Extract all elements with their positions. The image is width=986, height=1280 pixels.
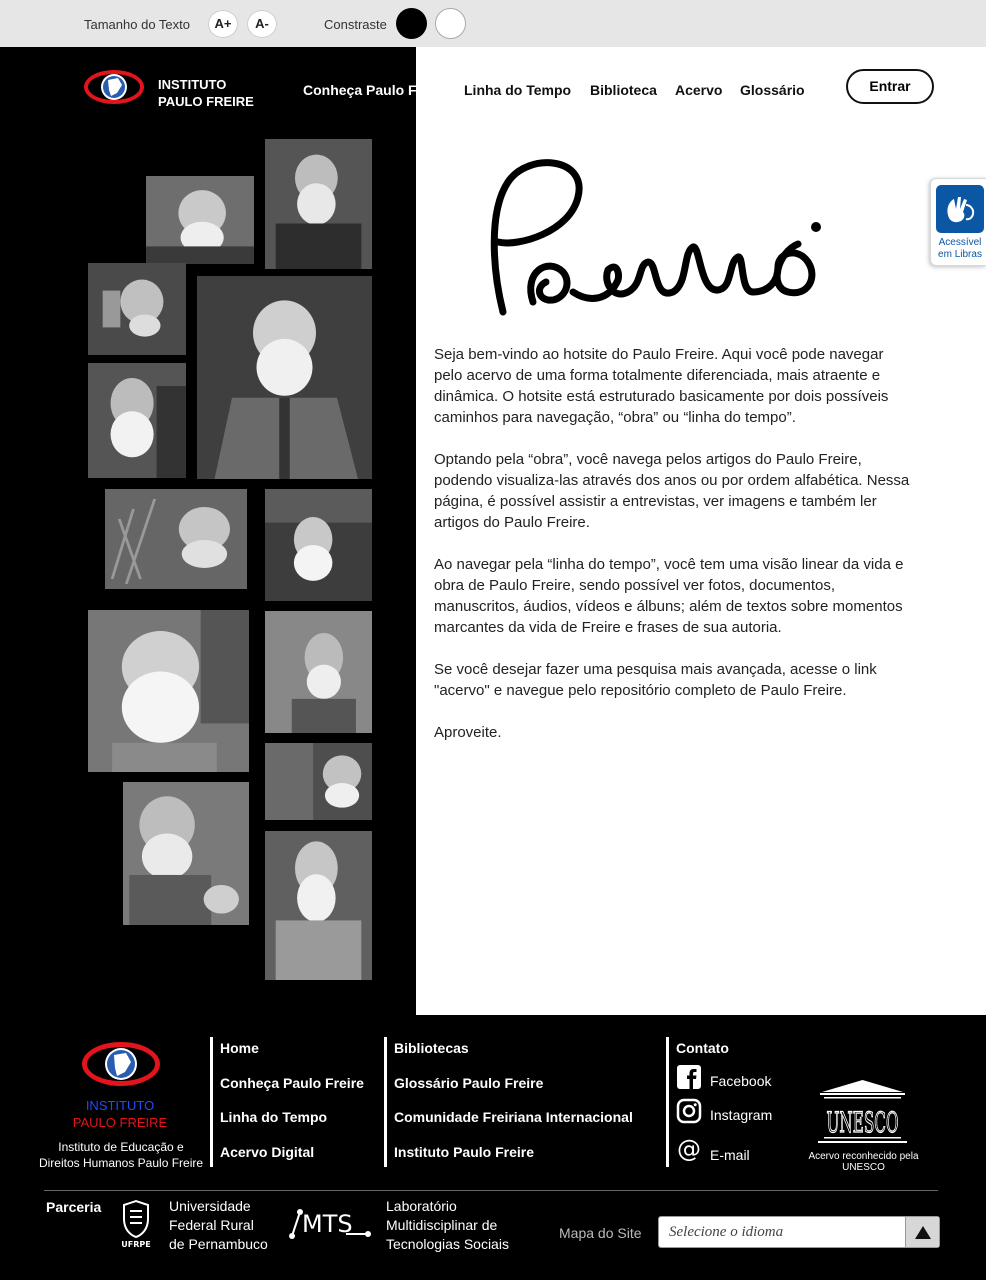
photo-paulo-freire xyxy=(123,782,249,925)
facebook-link[interactable]: Facebook xyxy=(710,1073,771,1089)
sign-language-icon xyxy=(936,185,984,233)
photo-paulo-freire xyxy=(105,489,247,589)
photo-paulo-freire xyxy=(146,176,254,264)
footer-link-home[interactable]: Home xyxy=(220,1040,259,1056)
footer-link-bibliotecas[interactable]: Bibliotecas xyxy=(394,1040,469,1056)
photo-paulo-freire xyxy=(88,263,186,355)
intro-paragraph-5: Aproveite. xyxy=(434,724,502,741)
footer-divider xyxy=(210,1037,213,1167)
footer-link-instituto[interactable]: Instituto Paulo Freire xyxy=(394,1144,534,1160)
intro-paragraph-3: Ao navegar pela “linha do tempo”, você t… xyxy=(434,556,904,636)
unesco-caption: Acervo reconhecido pela UNESCO xyxy=(808,1151,919,1173)
mts-logo[interactable]: MTS xyxy=(286,1206,372,1242)
footer-link-linha-do-tempo[interactable]: Linha do Tempo xyxy=(220,1109,327,1125)
footer-institute-line-2: PAULO FREIRE xyxy=(72,1115,168,1130)
footer-institute-desc-2: Direitos Humanos Paulo Freire xyxy=(38,1156,204,1170)
photo-paulo-freire xyxy=(197,276,372,479)
photo-paulo-freire xyxy=(265,139,372,269)
footer-divider xyxy=(384,1037,387,1167)
facebook-icon[interactable] xyxy=(676,1064,702,1090)
nav-glossario[interactable]: Glossário xyxy=(740,82,805,98)
sitemap-link[interactable]: Mapa do Site xyxy=(559,1225,642,1241)
footer-divider xyxy=(666,1037,669,1167)
photo-paulo-freire xyxy=(265,831,372,980)
footer-link-glossario[interactable]: Glossário Paulo Freire xyxy=(394,1075,543,1091)
footer-separator xyxy=(44,1190,938,1191)
ufrpe-caption: UFRPE xyxy=(121,1240,150,1249)
contrast-label: Constraste xyxy=(324,17,387,32)
partner-ufrpe-line-1: Universidade xyxy=(169,1198,251,1214)
paulo-signature xyxy=(490,159,821,316)
light-contrast-button[interactable] xyxy=(435,8,466,39)
decrease-font-button[interactable]: A- xyxy=(247,10,277,38)
unesco-logo: UNESCO xyxy=(818,1080,907,1143)
triangle-up-icon[interactable] xyxy=(905,1217,939,1247)
nav-linha-do-tempo[interactable]: Linha do Tempo xyxy=(464,82,571,98)
email-link[interactable]: E-mail xyxy=(710,1147,750,1163)
libras-widget[interactable]: Acessível em Libras xyxy=(930,178,986,266)
logo-line-2: PAULO FREIRE xyxy=(158,94,254,109)
intro-paragraph-1: Seja bem-vindo ao hotsite do Paulo Freir… xyxy=(434,346,889,426)
partner-ufrpe-line-2: Federal Rural xyxy=(169,1217,254,1233)
partner-ufrpe-line-3: de Pernambuco xyxy=(169,1236,268,1252)
dark-contrast-button[interactable] xyxy=(396,8,427,39)
intro-paragraph-4: Se você desejar fazer uma pesquisa mais … xyxy=(434,661,877,699)
partner-ufrpe-name[interactable]: Universidade Federal Rural de Pernambuco xyxy=(169,1197,268,1254)
photo-paulo-freire xyxy=(265,743,372,820)
libras-label: Acessível em Libras xyxy=(933,237,986,261)
svg-text:UNESCO: UNESCO xyxy=(827,1106,899,1139)
parceria-label: Parceria xyxy=(46,1199,102,1215)
libras-label-2: em Libras xyxy=(938,249,982,260)
text-size-label: Tamanho do Texto xyxy=(84,17,190,32)
instagram-link[interactable]: Instagram xyxy=(710,1107,772,1123)
photo-paulo-freire xyxy=(265,611,372,733)
footer-institute-logo[interactable] xyxy=(80,1038,162,1090)
photo-paulo-freire xyxy=(88,610,249,772)
increase-font-button[interactable]: A+ xyxy=(208,10,238,38)
nav-conheca-paulo-freire[interactable]: Conheça Paulo Freire xyxy=(303,82,447,98)
nav-acervo[interactable]: Acervo xyxy=(675,82,722,98)
partner-mts-line-3: Tecnologias Sociais xyxy=(386,1236,509,1252)
footer-institute-name: INSTITUTO PAULO FREIRE xyxy=(70,1097,170,1131)
intro-paragraph-2: Optando pela “obra”, você navega pelos a… xyxy=(434,451,910,531)
instagram-icon[interactable] xyxy=(676,1098,702,1124)
language-select-value: Selecione o idioma xyxy=(669,1224,784,1240)
nav-biblioteca[interactable]: Biblioteca xyxy=(590,82,657,98)
partner-mts-name[interactable]: Laboratório Multidisciplinar de Tecnolog… xyxy=(386,1197,509,1254)
footer-institute-desc-1: Instituto de Educação e xyxy=(58,1140,184,1154)
partner-mts-line-1: Laboratório xyxy=(386,1198,457,1214)
login-button[interactable]: Entrar xyxy=(846,69,934,104)
footer-institute-desc: Instituto de Educação e Direitos Humanos… xyxy=(38,1139,204,1171)
footer-link-conheca[interactable]: Conheça Paulo Freire xyxy=(220,1075,364,1091)
svg-text:MTS: MTS xyxy=(302,1210,353,1238)
footer-link-acervo-digital[interactable]: Acervo Digital xyxy=(220,1144,314,1160)
footer-institute-line-1: INSTITUTO xyxy=(85,1098,155,1113)
footer-link-comunidade[interactable]: Comunidade Freiriana Internacional xyxy=(394,1109,633,1125)
photo-paulo-freire xyxy=(265,489,372,601)
photo-paulo-freire xyxy=(88,363,186,478)
libras-label-1: Acessível xyxy=(938,237,982,248)
language-select[interactable]: Selecione o idioma xyxy=(658,1216,940,1248)
accessibility-bar: Tamanho do Texto A+ A- Constraste xyxy=(0,0,986,47)
logo-text[interactable]: INSTITUTO PAULO FREIRE xyxy=(158,76,254,110)
logo-line-1: INSTITUTO xyxy=(158,77,227,92)
email-icon[interactable]: @ xyxy=(676,1136,702,1162)
partner-mts-line-2: Multidisciplinar de xyxy=(386,1217,498,1233)
contact-title: Contato xyxy=(676,1040,729,1056)
intro-text: Seja bem-vindo ao hotsite do Paulo Freir… xyxy=(434,344,914,764)
ufrpe-logo[interactable]: UFRPE xyxy=(118,1199,154,1249)
svg-text:@: @ xyxy=(677,1136,701,1162)
